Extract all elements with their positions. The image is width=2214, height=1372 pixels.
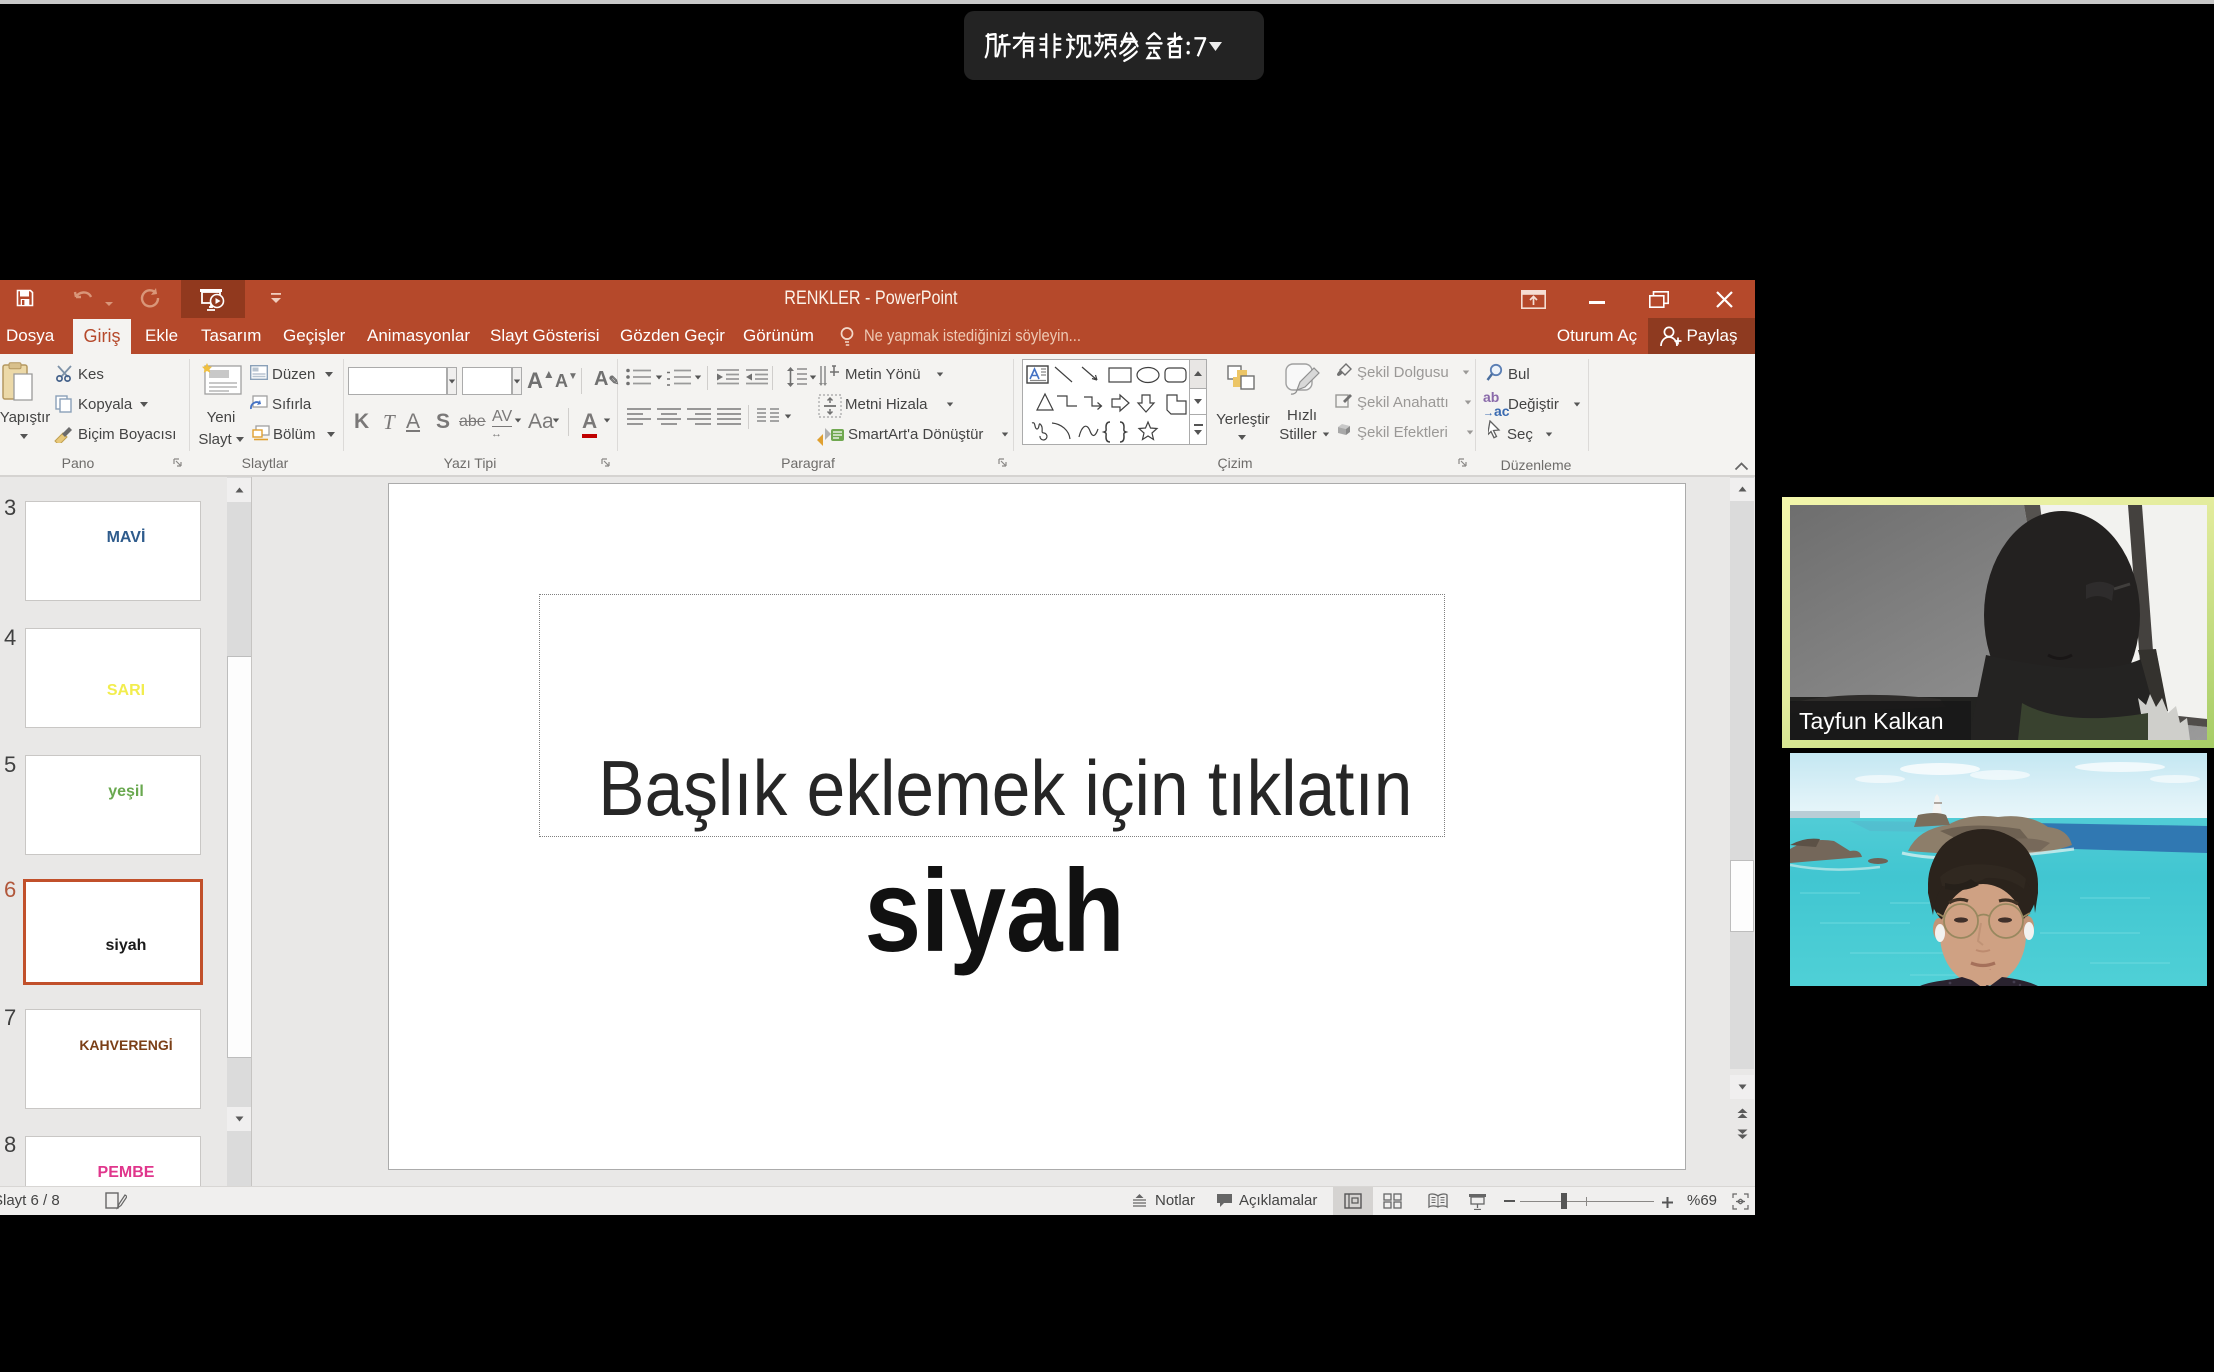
- svg-text:Tayfun Kalkan: Tayfun Kalkan: [1799, 708, 1943, 734]
